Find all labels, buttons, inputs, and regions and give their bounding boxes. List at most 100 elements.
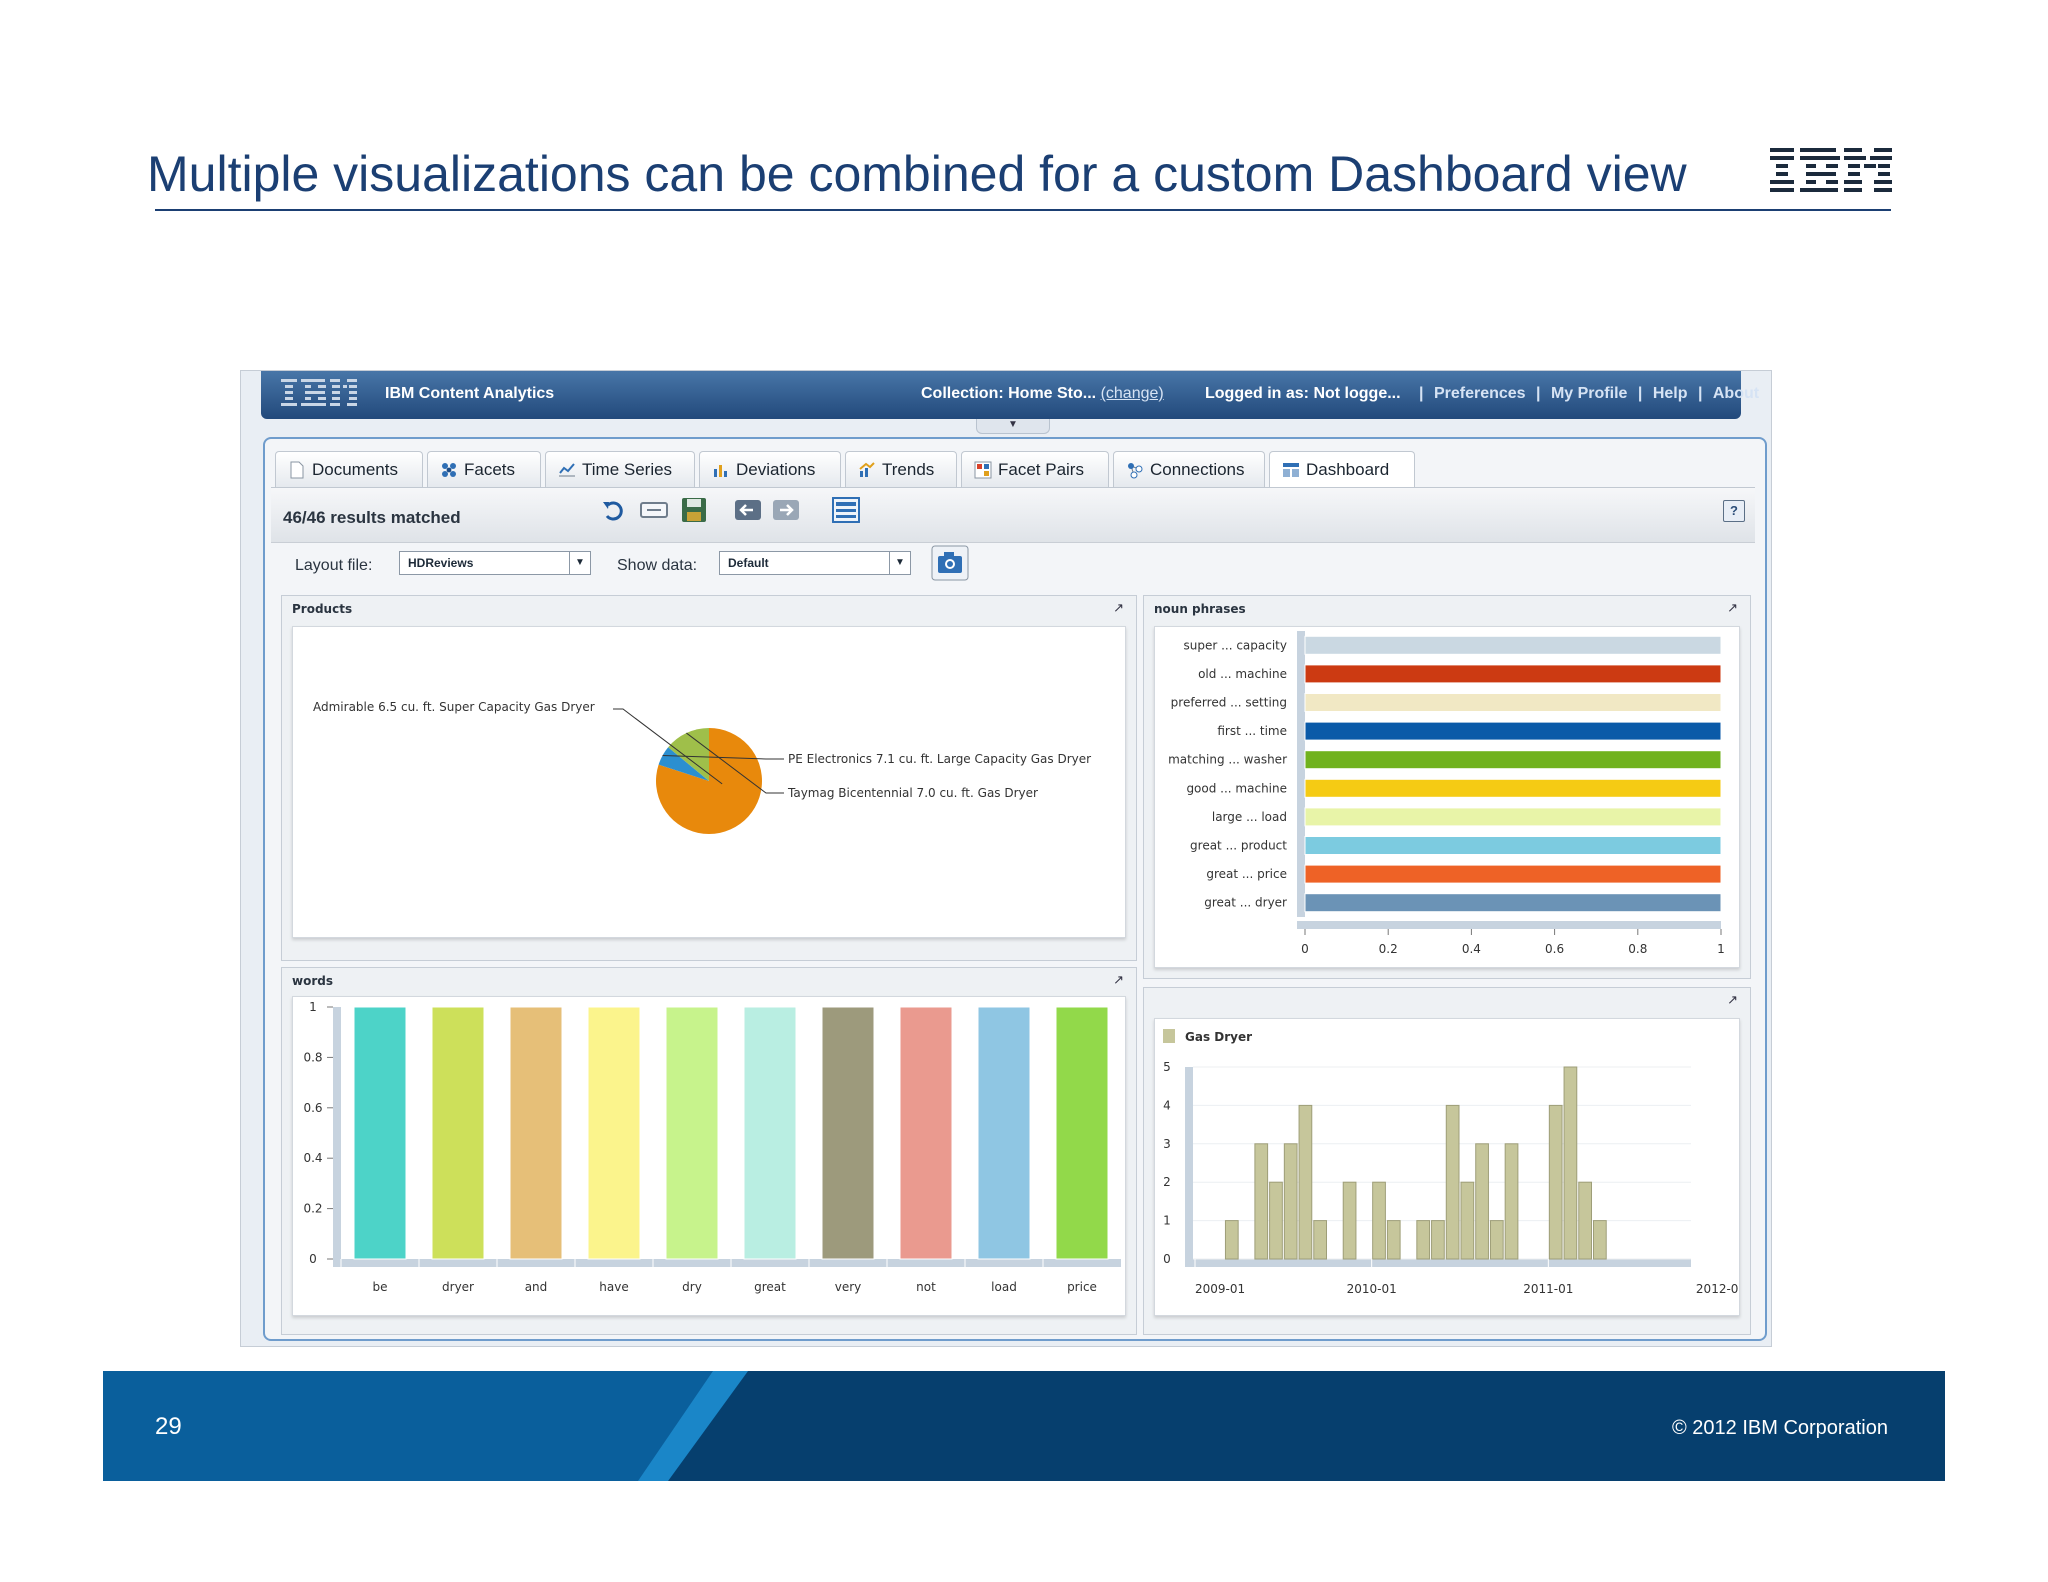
tab-deviations[interactable]: Deviations [699, 451, 841, 487]
footer-band [103, 1371, 1945, 1481]
app-title: IBM Content Analytics [385, 385, 555, 402]
category-label: preferred ... setting [1171, 696, 1287, 710]
y-tick-label: 3 [1163, 1137, 1171, 1151]
bar [1304, 635, 1722, 655]
category-label: old ... machine [1198, 667, 1287, 681]
link-separator: | [1536, 385, 1541, 402]
tab-label: Facets [464, 459, 516, 479]
show-data-value: Default [728, 556, 769, 570]
category-label: not [916, 1280, 936, 1294]
results-count: 46/46 results matched [283, 508, 461, 527]
y-tick-label: 1 [309, 1000, 317, 1014]
category-label: load [991, 1280, 1017, 1294]
bar [1055, 1006, 1109, 1260]
save-icon[interactable] [679, 496, 709, 524]
noun-phrases-bar-chart: super ... capacity old ... machine preferr… [1168, 631, 1725, 956]
collection-info: Collection: Home Sto... (change) [921, 385, 1164, 403]
tab-label: Documents [312, 459, 398, 479]
pie-label: PE Electronics 7.1 cu. ft. Large Capacit… [788, 752, 1091, 766]
connections-icon [1128, 462, 1143, 478]
bar [1304, 750, 1722, 770]
slide-title: Multiple visualizations can be combined … [147, 146, 1687, 202]
dashboard-panel: Documents Facets Time Series Deviations … [263, 437, 1767, 1341]
category-label: have [599, 1280, 628, 1294]
logged-in-status: Logged in as: Not logge... | Preferences… [1205, 385, 1759, 403]
layout-file-label: Layout file: [295, 557, 373, 574]
tab-facet-pairs[interactable]: Facet Pairs [961, 451, 1109, 487]
bar [821, 1006, 875, 1260]
maximize-icon[interactable]: ↗ [1113, 600, 1124, 616]
about-link[interactable]: About [1713, 385, 1759, 402]
y-tick-label: 4 [1163, 1098, 1171, 1112]
preferences-link[interactable]: Preferences [1434, 385, 1526, 402]
x-tick-label: 0 [1301, 942, 1309, 956]
import-icon[interactable] [771, 496, 801, 524]
bar [899, 1006, 953, 1260]
category-label: great ... price [1206, 867, 1287, 881]
legend-swatch [1163, 1029, 1175, 1043]
my-profile-link[interactable]: My Profile [1551, 385, 1627, 402]
widget-title: noun phrases [1154, 602, 1246, 616]
bar [1298, 1104, 1313, 1260]
bar [1304, 778, 1722, 798]
help-button[interactable]: ? [1723, 500, 1745, 522]
y-axis-track [333, 1007, 341, 1267]
bar [1304, 836, 1722, 855]
bar [1304, 893, 1722, 913]
app-header: IBM Content Analytics Collection: Home S… [261, 371, 1759, 419]
x-tick-label: 0.6 [1545, 942, 1564, 956]
tab-label: Dashboard [1306, 459, 1390, 479]
y-tick-label: 0.2 [303, 1202, 322, 1216]
show-data-select[interactable]: Default ▼ [719, 551, 911, 575]
noun-phrases-chart-area: super ... capacity old ... machine preferr… [1154, 626, 1740, 968]
form-icon[interactable] [639, 496, 669, 524]
bar [431, 1006, 485, 1260]
page-number: 29 [155, 1413, 182, 1440]
pie-label: Taymag Bicentennial 7.0 cu. ft. Gas Drye… [787, 786, 1038, 800]
copyright: © 2012 IBM Corporation [1672, 1417, 1888, 1439]
maximize-icon[interactable]: ↗ [1727, 600, 1738, 616]
layout-file-select[interactable]: HDReviews ▼ [399, 551, 591, 575]
bar [1445, 1104, 1460, 1260]
undo-icon[interactable] [599, 496, 629, 524]
tab-label: Trends [882, 459, 935, 479]
header-collapse-handle[interactable]: ▼ [976, 419, 1050, 434]
dashboard-icon [1283, 462, 1299, 477]
layout-icon[interactable] [831, 496, 861, 524]
bar [665, 1006, 719, 1260]
toolbar: 46/46 results matched ? [271, 487, 1755, 543]
y-tick-label: 2 [1163, 1175, 1171, 1189]
tab-dashboard[interactable]: Dashboard [1269, 451, 1415, 487]
tab-documents[interactable]: Documents [275, 451, 423, 487]
collection-label: Collection: Home Sto... [921, 385, 1101, 402]
y-tick-label: 0.6 [303, 1101, 322, 1115]
maximize-icon[interactable]: ↗ [1727, 992, 1738, 1008]
x-tick-label: 2011-01 [1523, 1282, 1573, 1296]
tab-facets[interactable]: Facets [427, 451, 541, 487]
y-tick-label: 0.4 [303, 1151, 322, 1165]
tab-time-series[interactable]: Time Series [545, 451, 695, 487]
change-collection-link[interactable]: (change) [1101, 385, 1164, 402]
tab-connections[interactable]: Connections [1113, 451, 1265, 487]
camera-icon[interactable] [931, 545, 969, 581]
export-icon[interactable] [733, 496, 763, 524]
bar [1224, 1220, 1239, 1260]
maximize-icon[interactable]: ↗ [1113, 972, 1124, 988]
x-axis-track [1193, 1259, 1691, 1267]
y-tick-label: 0 [1163, 1252, 1171, 1266]
bar [1578, 1181, 1592, 1260]
link-separator: | [1637, 385, 1643, 402]
bar [1304, 721, 1722, 741]
help-link[interactable]: Help [1653, 385, 1688, 402]
bar [1269, 1181, 1283, 1260]
bar [743, 1006, 797, 1260]
tab-label: Connections [1150, 459, 1245, 479]
x-tick-label: 0.2 [1379, 942, 1398, 956]
category-label: good ... machine [1186, 781, 1287, 795]
category-label: dryer [442, 1280, 474, 1294]
tab-trends[interactable]: Trends [845, 451, 957, 487]
x-tick-label: 1 [1717, 942, 1725, 956]
bar [1304, 807, 1722, 827]
category-label: great ... product [1190, 839, 1287, 853]
facets-icon [442, 462, 456, 477]
